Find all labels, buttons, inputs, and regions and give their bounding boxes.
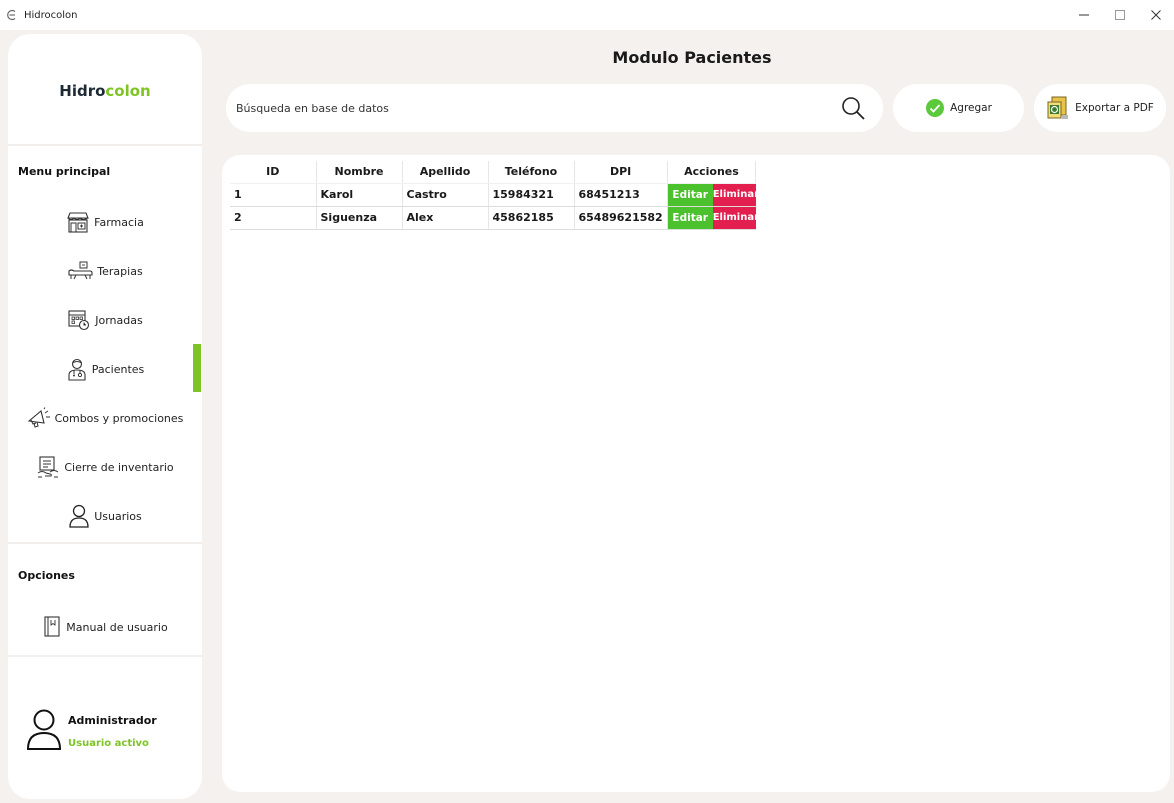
export-pdf-button[interactable]: Exportar a PDF bbox=[1034, 84, 1166, 132]
edit-button[interactable]: Editar bbox=[667, 206, 713, 229]
column-header-apellido: Apellido bbox=[402, 161, 489, 184]
page-title: Modulo Pacientes bbox=[612, 48, 772, 67]
app-logo: Hidrocolon bbox=[8, 82, 202, 100]
sidebar-item-label: Terapias bbox=[97, 264, 143, 278]
column-header-acciones: Acciones bbox=[667, 161, 757, 184]
cell-dpi: 68451213 bbox=[574, 183, 668, 207]
column-header-dpi: DPI bbox=[574, 161, 668, 184]
sidebar-item-terapias[interactable]: Terapias bbox=[8, 251, 202, 291]
active-item-indicator bbox=[193, 344, 201, 392]
sidebar-item-manual-usuario[interactable]: Manual de usuario bbox=[8, 607, 202, 647]
close-icon bbox=[1151, 10, 1161, 20]
sidebar-item-farmacia[interactable]: Farmacia bbox=[8, 202, 202, 242]
sidebar-item-cierre-inventario[interactable]: Cierre de inventario bbox=[8, 447, 202, 487]
table-row: 2 Siguenza Alex 45862185 65489621582 Edi… bbox=[230, 206, 759, 230]
book-icon bbox=[44, 616, 60, 637]
sidebar-item-pacientes[interactable]: Pacientes bbox=[8, 349, 202, 389]
sidebar-item-label: Cierre de inventario bbox=[64, 460, 174, 474]
close-window-button[interactable] bbox=[1138, 0, 1174, 30]
search-input[interactable] bbox=[236, 96, 816, 120]
app-logo-icon bbox=[7, 9, 16, 21]
sidebar-item-label: Jornadas bbox=[95, 313, 143, 327]
sidebar-item-jornadas[interactable]: Jornadas bbox=[8, 300, 202, 340]
maximize-button[interactable] bbox=[1102, 0, 1138, 30]
patients-panel: ID Nombre Apellido Teléfono DPI Acciones… bbox=[222, 155, 1170, 792]
column-header-nombre: Nombre bbox=[316, 161, 403, 184]
cell-acciones: Editar Eliminar bbox=[667, 183, 759, 207]
pdf-export-icon bbox=[1047, 96, 1069, 119]
minimize-button[interactable] bbox=[1066, 0, 1102, 30]
cell-id: 2 bbox=[230, 206, 317, 230]
options-section-title: Opciones bbox=[18, 569, 75, 582]
edit-button[interactable]: Editar bbox=[667, 183, 713, 206]
sidebar-item-label: Pacientes bbox=[91, 362, 145, 376]
logo-text-hidro: Hidro bbox=[59, 82, 106, 100]
sidebar-item-label: Farmacia bbox=[94, 215, 144, 229]
column-header-id: ID bbox=[230, 161, 317, 184]
search-icon[interactable] bbox=[840, 95, 866, 121]
delete-button[interactable]: Eliminar bbox=[712, 183, 759, 206]
window-title: Hidrocolon bbox=[24, 9, 78, 21]
cell-nombre: Siguenza bbox=[316, 206, 403, 230]
patient-icon bbox=[68, 358, 86, 381]
user-status: Usuario activo bbox=[68, 738, 149, 749]
pharmacy-icon bbox=[67, 212, 89, 233]
active-user-panel: Administrador Usuario activo bbox=[26, 702, 196, 762]
menu-section-title: Menu principal bbox=[18, 165, 111, 178]
delete-button[interactable]: Eliminar bbox=[712, 206, 759, 229]
user-name: Administrador bbox=[68, 714, 157, 727]
sidebar-item-label: Combos y promociones bbox=[54, 411, 184, 425]
patients-table: ID Nombre Apellido Teléfono DPI Acciones… bbox=[230, 161, 759, 230]
maximize-icon bbox=[1115, 10, 1125, 20]
table-row: 1 Karol Castro 15984321 68451213 Editar … bbox=[230, 183, 759, 207]
table-header-row: ID Nombre Apellido Teléfono DPI Acciones bbox=[230, 161, 757, 184]
column-header-telefono: Teléfono bbox=[488, 161, 575, 184]
cell-dpi: 65489621582 bbox=[574, 206, 668, 230]
sidebar-item-combos-promociones[interactable]: Combos y promociones bbox=[8, 398, 202, 438]
cell-nombre: Karol bbox=[316, 183, 403, 207]
cell-telefono: 15984321 bbox=[488, 183, 575, 207]
check-circle-icon bbox=[926, 99, 945, 117]
cell-apellido: Castro bbox=[402, 183, 489, 207]
sidebar-divider bbox=[8, 655, 202, 657]
user-avatar-icon bbox=[26, 709, 62, 750]
add-button[interactable]: Agregar bbox=[893, 84, 1024, 132]
cell-telefono: 45862185 bbox=[488, 206, 575, 230]
sidebar-divider bbox=[8, 144, 202, 146]
window-controls bbox=[1066, 0, 1174, 30]
window-titlebar: Hidrocolon bbox=[0, 0, 1174, 30]
search-bar bbox=[226, 84, 883, 132]
cell-acciones: Editar Eliminar bbox=[667, 206, 759, 230]
sidebar-item-label: Manual de usuario bbox=[66, 620, 168, 634]
calendar-clock-icon bbox=[68, 310, 90, 331]
minimize-icon bbox=[1079, 14, 1089, 16]
sidebar-item-usuarios[interactable]: Usuarios bbox=[8, 496, 202, 536]
cell-id: 1 bbox=[230, 183, 317, 207]
sidebar-item-label: Usuarios bbox=[94, 509, 142, 523]
add-button-label: Agregar bbox=[950, 102, 992, 114]
sidebar: Hidrocolon Menu principal Farmacia Terap… bbox=[8, 34, 202, 799]
sidebar-divider bbox=[8, 542, 202, 544]
logo-text-colon: colon bbox=[105, 82, 151, 100]
megaphone-icon bbox=[27, 407, 50, 428]
therapy-bed-icon bbox=[68, 261, 93, 280]
inventory-icon bbox=[38, 456, 59, 478]
user-icon bbox=[69, 504, 89, 528]
export-pdf-label: Exportar a PDF bbox=[1075, 102, 1154, 114]
cell-apellido: Alex bbox=[402, 206, 489, 230]
